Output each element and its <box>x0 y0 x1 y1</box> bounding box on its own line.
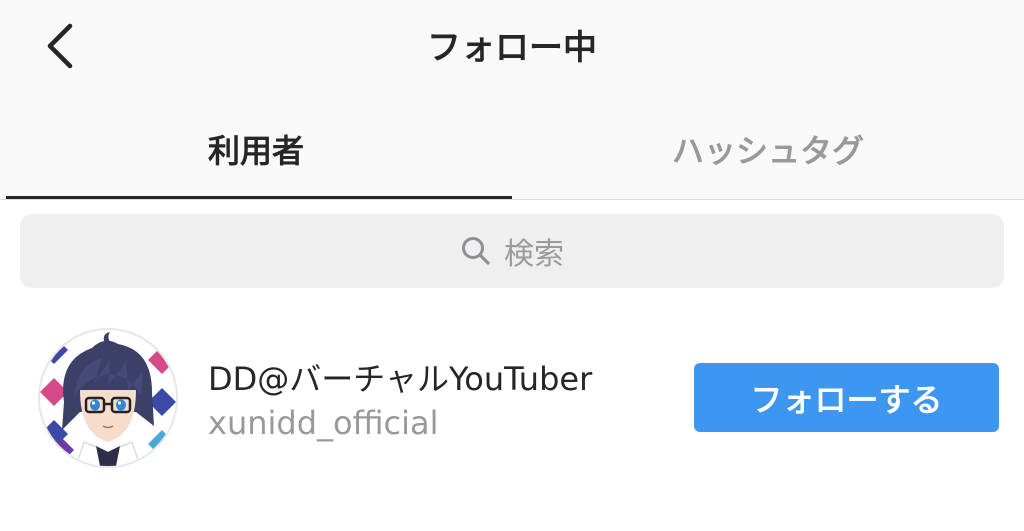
tab-hashtags-label: ハッシュタグ <box>671 132 864 170</box>
following-screen: フォロー中 利用者 ハッシュタグ 検索 DD@バーチャルYouTuber xun… <box>0 0 1024 531</box>
search-placeholder: 検索 <box>504 237 564 272</box>
user-display-name[interactable]: DD@バーチャルYouTuber <box>208 354 592 400</box>
follow-button[interactable]: フォローする <box>694 363 999 432</box>
tab-bar: 利用者 ハッシュタグ <box>0 100 1024 200</box>
user-handle[interactable]: xunidd_official <box>208 404 439 442</box>
page-title: フォロー中 <box>427 28 597 68</box>
search-input[interactable]: 検索 <box>20 214 1004 288</box>
top-navigation: フォロー中 利用者 ハッシュタグ <box>0 0 1024 200</box>
follow-button-label: フォローする <box>750 380 943 419</box>
tabs-divider <box>0 199 1024 200</box>
back-button[interactable] <box>30 18 90 74</box>
avatar[interactable] <box>38 328 178 468</box>
tab-users-label: 利用者 <box>207 132 304 170</box>
avatar-image <box>40 330 176 466</box>
search-icon <box>460 235 492 267</box>
tab-hashtags[interactable]: ハッシュタグ <box>512 100 1024 198</box>
list-item[interactable]: DD@バーチャルYouTuber xunidd_official フォローする <box>0 310 1024 480</box>
chevron-left-icon <box>47 23 73 69</box>
tab-users[interactable]: 利用者 <box>0 100 512 198</box>
